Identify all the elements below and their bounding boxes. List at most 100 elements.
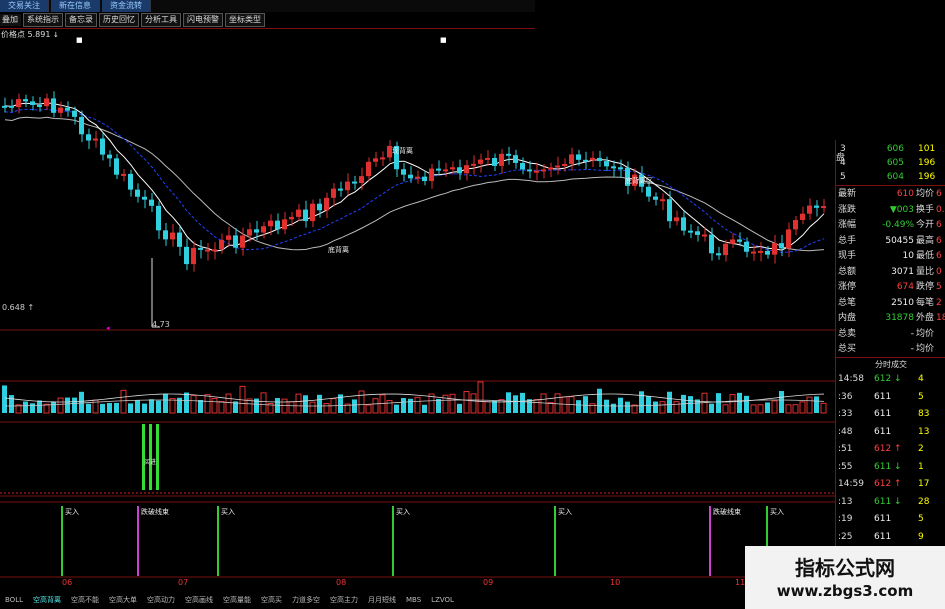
candle-body — [415, 176, 420, 179]
candle-body — [443, 169, 448, 172]
volume-bar — [86, 403, 91, 413]
order-book-row: 4 605 196 — [836, 156, 945, 170]
stat-value: - — [910, 328, 914, 339]
candle-body — [121, 173, 126, 176]
volume-bar — [506, 392, 511, 413]
candle-body — [821, 206, 826, 209]
indicator-tab[interactable]: 空高量能 — [218, 595, 256, 605]
volume-bar — [597, 388, 602, 413]
tick-row: :48 611 13 — [836, 425, 945, 439]
volume-bar — [323, 403, 330, 414]
tick-volume: 83 — [918, 409, 930, 419]
candle-body — [758, 250, 763, 253]
volume-bar — [744, 395, 749, 413]
toolbar-button[interactable]: 分析工具 — [141, 13, 181, 27]
tick-volume: 13 — [918, 426, 930, 437]
tick-price: 611 — [874, 391, 892, 402]
tick-price: 612 — [874, 374, 892, 384]
stat-label: 涨跌 — [838, 204, 857, 215]
pink-marker-icon: ◂ — [106, 324, 110, 332]
indicator-tab[interactable]: 空高不能 — [66, 595, 104, 605]
top-tab[interactable]: 资金流转 — [102, 0, 151, 12]
stat-label-2: 均价 — [916, 344, 935, 354]
toolbar-button[interactable]: 备忘录 — [65, 13, 97, 27]
candle-body — [527, 169, 532, 172]
candle-body — [569, 154, 574, 164]
tick-price: 611 — [874, 461, 892, 472]
stat-value-2: 0.7 — [936, 204, 945, 215]
stat-value: 31878 — [885, 313, 914, 323]
candle-body — [492, 157, 497, 166]
indicator-tab[interactable]: LZVOL — [426, 596, 459, 604]
toolbar-button[interactable]: 系统指示 — [23, 13, 63, 27]
trough-annotation: 底背离 — [328, 245, 349, 254]
toolbar-button[interactable]: 坐标类型 — [225, 13, 265, 27]
stat-value: 674 — [896, 282, 914, 292]
indicator-tab[interactable]: MBS — [401, 596, 426, 604]
volume-bar — [618, 397, 623, 413]
order-price: 606 — [886, 144, 904, 154]
indicator-tab[interactable]: 月月短线 — [363, 595, 401, 605]
candle-body — [793, 219, 798, 230]
indicator-tab[interactable]: 空高买 — [256, 595, 287, 605]
candle-body — [604, 161, 609, 167]
candle-body — [681, 217, 686, 231]
top-tab[interactable]: 新在信息 — [51, 0, 100, 12]
volume-bar — [37, 400, 42, 413]
stat-row: 涨幅 -0.49% 今开 6 — [836, 218, 945, 232]
volume-bar — [352, 399, 357, 413]
volume-bar — [659, 401, 666, 414]
candle-body — [86, 134, 91, 141]
volume-bar — [51, 401, 56, 413]
volume-bar — [57, 397, 64, 414]
candle-body — [583, 159, 588, 162]
tick-volume: 5 — [918, 514, 924, 524]
stat-label: 总额 — [838, 266, 857, 277]
tick-time: :36 — [838, 391, 853, 402]
candle-body — [548, 167, 553, 170]
candle-body — [212, 249, 217, 252]
volume-bar — [198, 399, 203, 413]
volume-bar — [667, 391, 672, 413]
toolbar-button[interactable]: 闪电预警 — [183, 13, 223, 27]
indicator-tab[interactable]: 空高主力 — [325, 595, 363, 605]
candle-body — [254, 229, 259, 233]
tick-volume: 17 — [918, 479, 930, 489]
volume-bar — [72, 397, 77, 413]
kline-chart[interactable]: 现背离底背离 底背离区买进买入 跌破线束 买入 买入 买入 跌破线束 买入 ◂ — [0, 28, 835, 578]
order-price: 604 — [886, 172, 904, 182]
indicator-tab[interactable]: 力道多空 — [287, 595, 325, 605]
indicator-tab[interactable]: 空高画线 — [180, 595, 218, 605]
indicator-tab[interactable]: 空高大单 — [104, 595, 142, 605]
volume-bar — [204, 394, 211, 414]
candle-body — [814, 205, 819, 208]
stat-label-2: 最低 — [916, 251, 935, 261]
toolbar-button[interactable]: 历史回忆 — [99, 13, 139, 27]
volume-bar — [814, 396, 819, 413]
stat-row: 内盘 31878外盘185 — [836, 311, 945, 325]
signal-bar — [142, 424, 145, 490]
tick-time: :33 — [838, 409, 853, 419]
tick-row: :25 611 9 — [836, 530, 945, 544]
volume-bar — [799, 401, 806, 414]
stat-row: 总手 50455 最高 6 — [836, 234, 945, 248]
volume-bar — [757, 404, 764, 414]
stat-row: 总卖 - 均价 — [836, 327, 945, 341]
indicator-tab[interactable]: 空高动力 — [142, 595, 180, 605]
stat-label-2: 外盘 — [916, 313, 935, 323]
overlay-button[interactable]: 叠加 — [0, 14, 21, 26]
candle-body — [100, 138, 105, 155]
stat-label-2: 换手 — [916, 204, 935, 215]
candle-body — [429, 168, 434, 182]
indicator-tab[interactable]: 空高背离 — [28, 595, 66, 605]
top-tab[interactable]: 交易关注 — [0, 0, 49, 12]
candle-body — [772, 243, 777, 255]
candle-body — [674, 217, 679, 222]
volume-bar — [142, 403, 147, 413]
candle-body — [618, 167, 623, 170]
tick-time: 14:59 — [838, 479, 864, 489]
candle-body — [408, 174, 413, 179]
indicator-tab[interactable]: BOLL — [0, 596, 28, 604]
signal-label: 买入 — [65, 508, 79, 516]
candle-body — [436, 168, 441, 171]
